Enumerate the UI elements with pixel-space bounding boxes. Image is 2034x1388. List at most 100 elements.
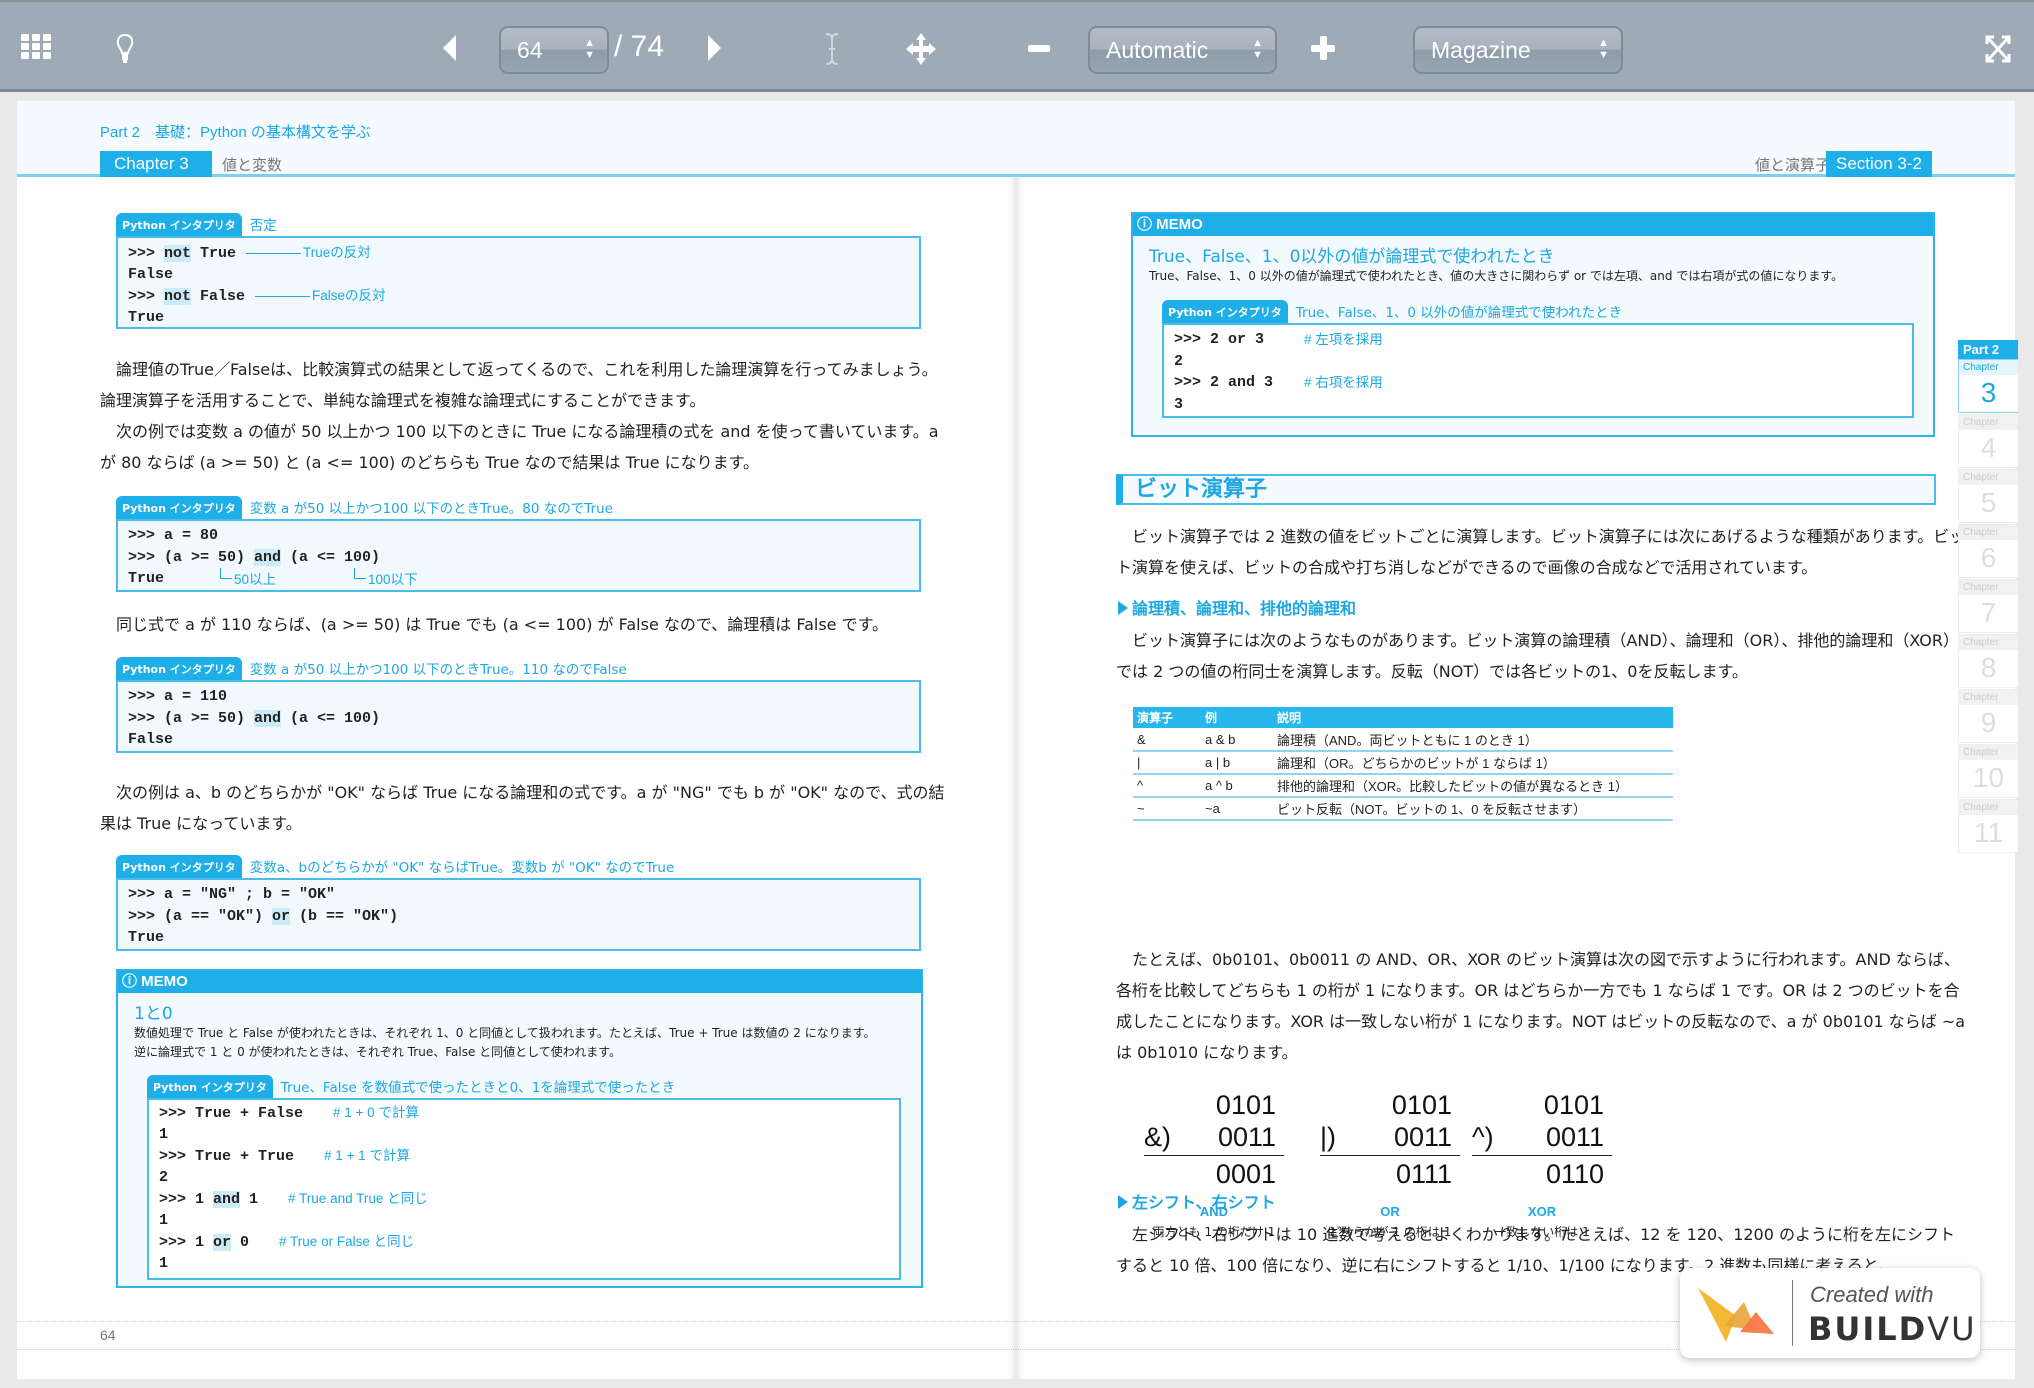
chapter-tab-4[interactable]: Chapter 4	[1958, 414, 2018, 468]
left-page: Part 2 基礎：Python の基本構文を学ぶ Chapter 3 値と変数…	[17, 101, 1016, 1379]
code-line: 1	[159, 1211, 169, 1229]
code-box: >>> True + False # 1 + 0 で計算 1 >>> True +…	[147, 1098, 901, 1280]
buildvu-watermark[interactable]: Created with BUILDVU	[1680, 1268, 1980, 1358]
code-line: False	[128, 265, 174, 283]
python-interpreter-tag: Python インタプリタ	[116, 657, 242, 680]
code-line: >>> 2 or 3 # 左項を採用	[1174, 331, 1383, 348]
code-caption: 否定	[249, 218, 277, 234]
python-interpreter-tag: Python インタプリタ	[116, 213, 242, 236]
page-header: Part 2 基礎：Python の基本構文を学ぶ Chapter 3 値と変数	[17, 101, 1016, 177]
code-line: >>> a = 80	[128, 527, 219, 544]
bit-diagram-and: 0101 &) 0011 0001 AND 両方とも 1 の桁だけ 1	[1144, 1089, 1284, 1240]
memo-box: ⓘ MEMO 1と0 数値処理で True と False が使われたときは、そ…	[116, 969, 923, 1288]
code-example-and-false: Python インタプリタ 変数 a が50 以上かつ100 以下のときTrue。…	[116, 657, 921, 753]
code-caption: True、False を数値式で使ったときと0、1を論理式で使ったとき	[280, 1080, 676, 1096]
chapter-tab-5[interactable]: Chapter 5	[1958, 469, 2018, 523]
chapter-tab-9[interactable]: Chapter 9	[1958, 689, 2018, 743]
zoom-in-icon[interactable]	[1310, 34, 1336, 62]
code-line: >>> (a >= 50) and (a <= 100)	[128, 709, 381, 727]
next-page-icon[interactable]	[704, 34, 724, 62]
pan-move-icon[interactable]	[905, 32, 937, 66]
python-interpreter-tag: Python インタプリタ	[116, 496, 242, 519]
thumbnails-grid-icon[interactable]	[20, 32, 52, 62]
chapter-tab-11[interactable]: Chapter 11	[1958, 799, 2018, 853]
chapter-tab-3[interactable]: Chapter 3	[1958, 359, 2018, 413]
zoom-out-icon[interactable]	[1027, 42, 1051, 56]
code-caption: 変数a、bのどちらかが "OK" ならばTrue。変数b が "OK" なのでT…	[249, 860, 675, 876]
zoom-mode-select[interactable]: Automatic ▲ ▼	[1088, 26, 1277, 74]
viewer-toolbar: 64 ▲ ▼ / 74 Automatic ▲ ▼ Magazine ▲ ▼	[0, 0, 2034, 92]
code-line: >>> (a >= 50) and (a <= 100)	[128, 548, 381, 566]
code-line: 1	[159, 1125, 169, 1143]
body-paragraph: ビット演算子では 2 進数の値をビットごとに演算します。ビット演算子には次にあげ…	[1116, 527, 1966, 577]
body-paragraph: 次の例は a、b のどちらかが "OK" ならば True になる論理和の式です…	[100, 783, 945, 833]
code-line: 1	[159, 1254, 169, 1272]
info-icon: ⓘ	[1137, 216, 1157, 233]
table-row: & a & b 論理積（AND。両ビットともに 1 のとき 1）	[1133, 728, 1673, 752]
created-with-label: Created with	[1810, 1282, 1934, 1307]
code-caption: True、False、1、0 以外の値が論理式で使われたとき	[1295, 305, 1623, 321]
code-box: >>> a = 80 >>> (a >= 50) and (a <= 100) …	[116, 519, 921, 592]
total-pages-label: / 74	[614, 30, 665, 63]
table-row: ~ ~a ビット反転（NOT。ビットの 1、0 を反転させます）	[1133, 797, 1673, 821]
chapter-tab-8[interactable]: Chapter 8	[1958, 634, 2018, 688]
memo-header: ⓘ MEMO	[118, 971, 921, 993]
body-paragraph: ビット演算子には次のようなものがあります。ビット演算の論理積（AND）、論理和（…	[1116, 631, 1959, 681]
section-name: 値と演算子	[1754, 156, 1830, 174]
code-caption: 変数 a が50 以上かつ100 以下のときTrue。80 なのでTrue	[249, 501, 613, 517]
python-interpreter-tag: Python インタプリタ	[116, 855, 242, 878]
table-row: ^ a ^ b 排他的論理和（XOR。比較したビットの値が異なるとき 1）	[1133, 774, 1673, 798]
subheading: 論理積、論理和、排他的論理和	[1118, 595, 1356, 619]
code-example-or: Python インタプリタ 変数a、bのどちらかが "OK" ならばTrue。変数…	[116, 855, 921, 951]
python-interpreter-tag: Python インタプリタ	[1162, 300, 1288, 323]
memo-text: 逆に論理式で 1 と 0 が使われたときは、それぞれ True、False と同…	[134, 1045, 622, 1059]
bit-diagram-xor: 0101 ^) 0011 0110 XOR 一致しない桁は 1	[1472, 1089, 1612, 1240]
code-line: False	[128, 731, 174, 748]
code-line: 3	[1174, 395, 1184, 413]
code-line: >>> a = "NG" ; b = "OK"	[128, 886, 336, 903]
chapter-name: 値と変数	[222, 156, 283, 174]
code-box: >>> a = 110 >>> (a >= 50) and (a <= 100)…	[116, 680, 921, 753]
code-line: >>> not True Trueの反対	[128, 245, 371, 262]
code-line: >>> 1 and 1 # True and True と同じ	[159, 1191, 428, 1208]
operator-table: 演算子 例 説明 & a & b 論理積（AND。両ビットともに 1 のとき 1） …	[1133, 707, 1673, 821]
zoom-select-arrows-icon: ▲ ▼	[1252, 37, 1263, 61]
chapter-tab-7[interactable]: Chapter 7	[1958, 579, 2018, 633]
code-line: >>> (a == "OK") or (b == "OK")	[128, 907, 399, 925]
memo-title: True、False、1、0以外の値が論理式で使われたとき	[1149, 247, 1555, 267]
chapter-nav: Part 2 Chapter 3 Chapter 4 Chapter 5 Chapte…	[1958, 340, 2018, 854]
page-number-input[interactable]: 64 ▲ ▼	[499, 26, 609, 74]
code-box: >>> not True Trueの反対 False >>> not False F…	[116, 236, 921, 329]
fullscreen-icon[interactable]	[1983, 34, 2013, 64]
code-line: 2	[1174, 352, 1184, 370]
footer-divider	[17, 1321, 1016, 1322]
triangle-bullet-icon	[1118, 601, 1128, 615]
part-label: Part 2	[1958, 340, 2018, 359]
part-title: Part 2 基礎：Python の基本構文を学ぶ	[100, 124, 371, 141]
chapter-tab-6[interactable]: Chapter 6	[1958, 524, 2018, 578]
code-line: True	[128, 929, 165, 946]
code-box: >>> 2 or 3 # 左項を採用 2 >>> 2 and 3 # 右項を採用 3	[1162, 323, 1914, 418]
chapter-tab: Chapter 3	[100, 151, 212, 177]
python-interpreter-tag: Python インタプリタ	[147, 1075, 273, 1098]
code-caption: 変数 a が50 以上かつ100 以下のときTrue。110 なのでFalse	[249, 662, 627, 678]
code-line: >>> True + True # 1 + 1 で計算	[159, 1148, 410, 1165]
memo-code-block: Python インタプリタ True、False を数値式で使ったときと0、1を論…	[147, 1075, 901, 1280]
table-header-row: 演算子 例 説明	[1133, 707, 1673, 728]
code-example-and-true: Python インタプリタ 変数 a が50 以上かつ100 以下のときTrue。…	[116, 496, 921, 592]
body-paragraph: 論理値のTrue／Falseは、比較演算式の結果として返ってくるので、これを利用…	[100, 360, 939, 472]
view-select-arrows-icon: ▲ ▼	[1598, 37, 1609, 61]
prev-page-icon[interactable]	[440, 34, 460, 62]
chapter-tab-10[interactable]: Chapter 10	[1958, 744, 2018, 798]
page-header: 値と演算子 Section 3-2	[1016, 101, 2015, 177]
right-page: 値と演算子 Section 3-2 ⓘ MEMO True、False、1、0以…	[1016, 101, 2015, 1379]
code-line: >>> 1 or 0 # True or False と同じ	[159, 1234, 415, 1251]
text-select-icon[interactable]	[822, 32, 842, 66]
subheading: 左シフト、右シフト	[1118, 1189, 1276, 1213]
page-spinner-arrows-icon[interactable]: ▲ ▼	[584, 37, 595, 61]
info-icon: ⓘ	[122, 973, 142, 990]
page-number: 64	[100, 1327, 116, 1343]
lightbulb-icon[interactable]	[112, 32, 138, 66]
view-mode-select[interactable]: Magazine ▲ ▼	[1413, 26, 1623, 74]
code-box: >>> a = "NG" ; b = "OK" >>> (a == "OK") …	[116, 878, 921, 951]
